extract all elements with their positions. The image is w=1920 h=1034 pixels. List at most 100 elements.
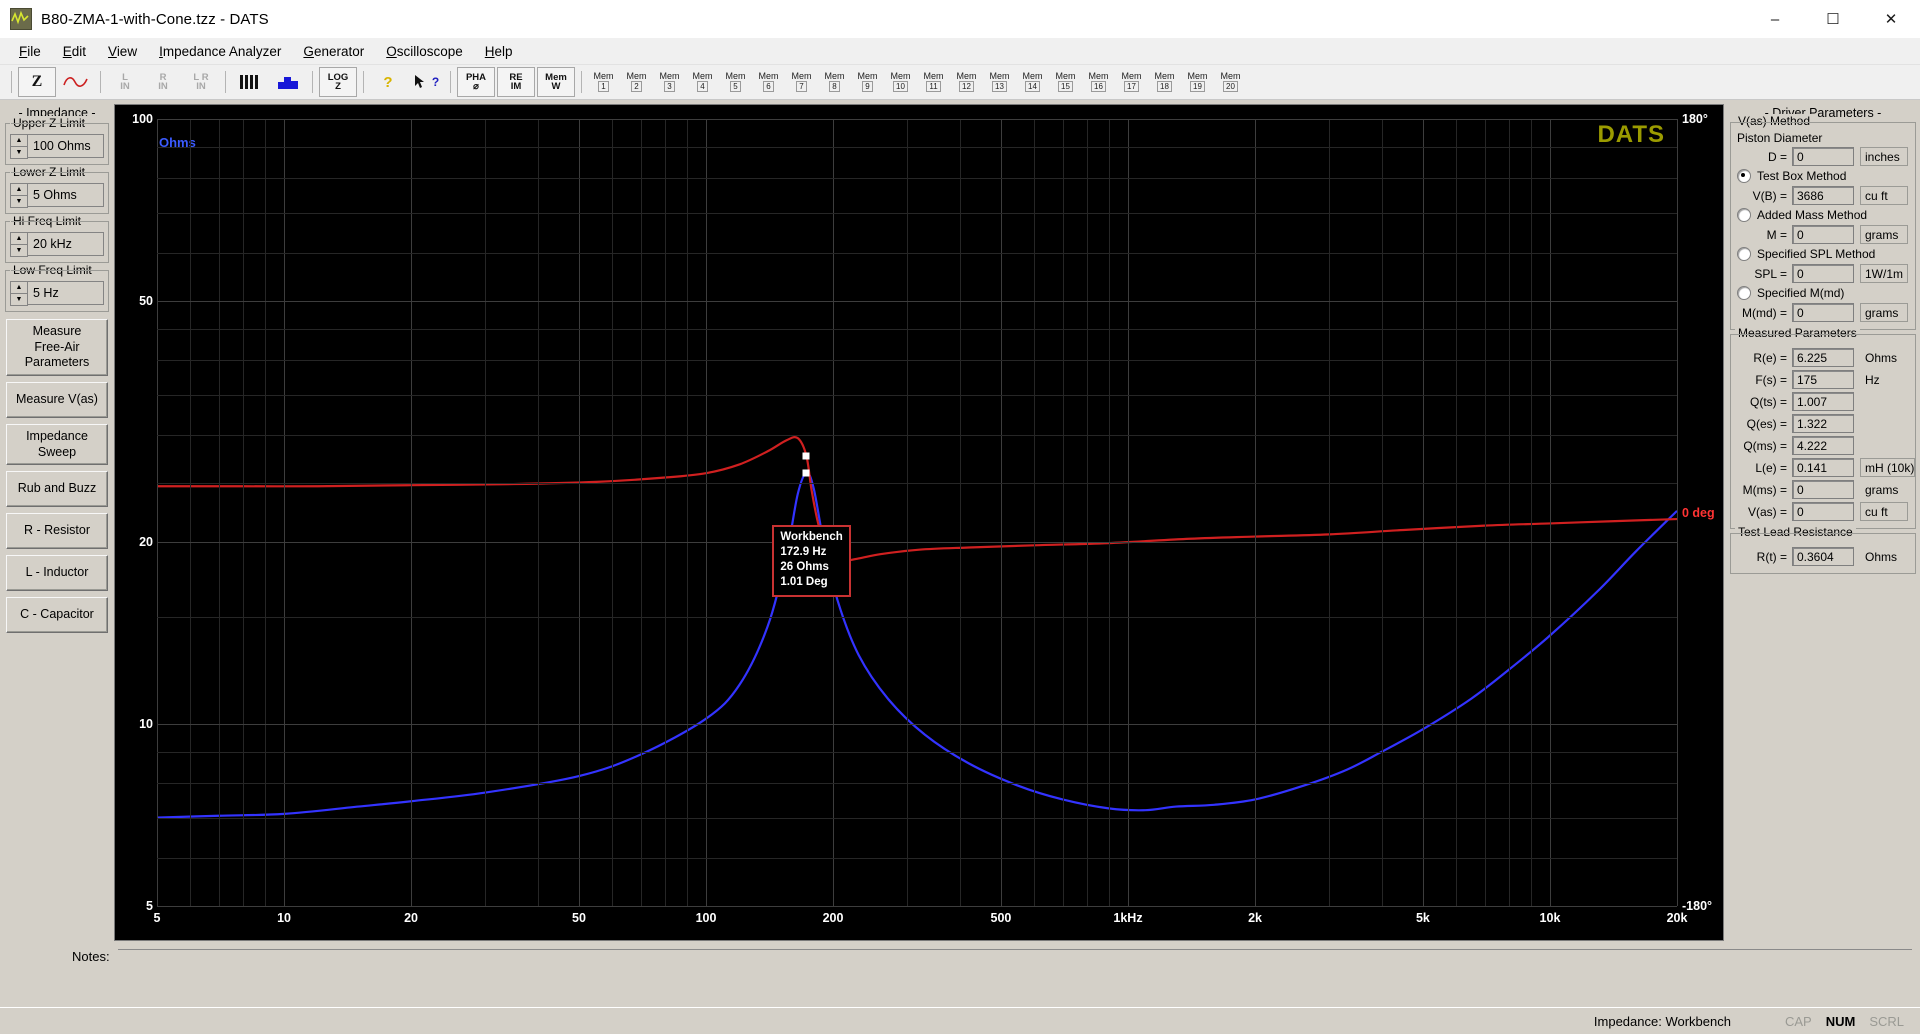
memory-slot-8-button[interactable]: Mem 8	[819, 68, 850, 96]
hi-freq-limit-value[interactable]: 20 kHz	[28, 232, 104, 256]
menu-file[interactable]: File	[8, 40, 52, 63]
upper-z-limit-spinner[interactable]: ▲ ▼	[10, 134, 28, 159]
radio-specified-spl-method[interactable]: Specified SPL Method	[1737, 247, 1911, 261]
gridline-minor-h	[157, 359, 1677, 361]
memory-slot-17-button[interactable]: Mem 17	[1116, 68, 1147, 96]
memory-w-button[interactable]: Mem W	[537, 67, 575, 97]
memory-slot-15-button[interactable]: Mem 15	[1050, 68, 1081, 96]
help-question-button[interactable]: ?	[370, 68, 406, 96]
low-freq-limit-down-arrow[interactable]: ▼	[10, 293, 28, 306]
upper-z-limit-up-arrow[interactable]: ▲	[10, 134, 28, 146]
low-freq-limit-group: Low Freq Limit ▲ ▼ 5 Hz	[5, 263, 109, 312]
memory-slot-14-button[interactable]: Mem 14	[1017, 68, 1048, 96]
menu-generator[interactable]: Generator	[292, 40, 375, 63]
menu-impedance-analyzer[interactable]: Impedance Analyzer	[148, 40, 292, 63]
memory-slot-9-button[interactable]: Mem 9	[852, 68, 883, 96]
memory-slot-18-button[interactable]: Mem 18	[1149, 68, 1180, 96]
plot-area[interactable]: 5 10 20 50 100 200 500 1kHz 2k 5k 10k 20k 100 50 20 10 5…	[132, 112, 1715, 925]
l-inductor-button[interactable]: L - Inductor	[6, 555, 108, 592]
fs-input[interactable]: 175	[1792, 370, 1854, 389]
rt-input[interactable]: 0.3604	[1792, 547, 1854, 566]
menu-view[interactable]: View	[97, 40, 148, 63]
rub-and-buzz-button[interactable]: Rub and Buzz	[6, 471, 108, 508]
qts-input[interactable]: 1.007	[1792, 392, 1854, 411]
maximize-button[interactable]: ☐	[1804, 0, 1862, 38]
c-capacitor-button[interactable]: C - Capacitor	[6, 597, 108, 634]
context-help-button[interactable]: ?	[408, 68, 444, 96]
re-im-button[interactable]: RE IM	[497, 67, 535, 97]
radio-specified-spl-method-indicator[interactable]	[1737, 247, 1751, 261]
memory-slot-19-button[interactable]: Mem 19	[1182, 68, 1213, 96]
impedance-sweep-button[interactable]: Impedance Sweep	[6, 423, 108, 466]
mms-input[interactable]: 0	[1792, 480, 1854, 499]
bars-button[interactable]	[232, 68, 268, 96]
hi-freq-limit-spinner[interactable]: ▲ ▼	[10, 232, 28, 257]
impedance-z-button[interactable]: Z	[18, 67, 56, 97]
lower-z-limit-value[interactable]: 5 Ohms	[28, 183, 104, 207]
test-box-method-field-row: V(B) = 3686 cu ft	[1735, 186, 1911, 205]
memory-slot-10-button[interactable]: Mem 10	[885, 68, 916, 96]
memory-slot-5-button[interactable]: Mem 5	[720, 68, 751, 96]
upper-z-limit-down-arrow[interactable]: ▼	[10, 146, 28, 159]
menu-edit[interactable]: Edit	[52, 40, 97, 63]
phase-button[interactable]: PHA ⌀	[457, 67, 495, 97]
sine-wave-button[interactable]	[58, 68, 94, 96]
r-resistor-button[interactable]: R - Resistor	[6, 513, 108, 550]
phase-axis-tick: 180°	[1682, 112, 1708, 126]
lower-z-limit-down-arrow[interactable]: ▼	[10, 195, 28, 208]
y-axis-tick: 50	[139, 294, 153, 309]
hi-freq-limit-up-arrow[interactable]: ▲	[10, 232, 28, 244]
menu-oscilloscope[interactable]: Oscilloscope	[375, 40, 474, 63]
radio-added-mass-method[interactable]: Added Mass Method	[1737, 208, 1911, 222]
impedance-marker[interactable]	[802, 469, 810, 477]
memory-slot-13-button[interactable]: Mem 13	[984, 68, 1015, 96]
low-freq-limit-value[interactable]: 5 Hz	[28, 281, 104, 305]
phase-axis-tick: -180°	[1682, 899, 1713, 913]
radio-added-mass-method-indicator[interactable]	[1737, 208, 1751, 222]
phase-marker[interactable]	[802, 452, 810, 460]
vas-input[interactable]: 0	[1792, 502, 1854, 521]
memory-slot-4-button[interactable]: Mem 4	[687, 68, 718, 96]
close-button[interactable]: ✕	[1862, 0, 1920, 38]
memory-slot-1-button[interactable]: Mem 1	[588, 68, 619, 96]
memory-slot-16-button[interactable]: Mem 16	[1083, 68, 1114, 96]
radio-specified-m-md[interactable]: Specified M(md)	[1737, 286, 1911, 300]
measure-vas-button[interactable]: Measure V(as)	[6, 381, 108, 418]
memory-slot-7-button[interactable]: Mem 7	[786, 68, 817, 96]
menu-help[interactable]: Help	[474, 40, 524, 63]
qms-input[interactable]: 4.222	[1792, 436, 1854, 455]
low-freq-limit-up-arrow[interactable]: ▲	[10, 281, 28, 293]
radio-specified-m-md-indicator[interactable]	[1737, 286, 1751, 300]
measure-free-air-parameters-button[interactable]: Measure Free-Air Parameters	[6, 319, 108, 376]
notes-input[interactable]	[117, 949, 1912, 972]
hi-freq-limit-down-arrow[interactable]: ▼	[10, 244, 28, 257]
memory-slot-6-button[interactable]: Mem 6	[753, 68, 784, 96]
x-axis-tick: 5	[153, 911, 161, 925]
radio-test-box-method-indicator[interactable]	[1737, 169, 1751, 183]
upper-z-limit-value[interactable]: 100 Ohms	[28, 134, 104, 158]
memory-slot-11-button[interactable]: Mem 11	[918, 68, 949, 96]
memory-slot-20-button[interactable]: Mem 20	[1215, 68, 1246, 96]
added-mass-method-input[interactable]: 0	[1792, 225, 1854, 244]
test-box-method-input[interactable]: 3686	[1792, 186, 1854, 205]
memory-slot-12-button[interactable]: Mem 12	[951, 68, 982, 96]
mms-label: M(ms) =	[1742, 482, 1787, 497]
lower-z-limit-up-arrow[interactable]: ▲	[10, 183, 28, 195]
low-freq-limit-spinner[interactable]: ▲ ▼	[10, 281, 28, 306]
radio-test-box-method[interactable]: Test Box Method	[1737, 169, 1911, 183]
le-input[interactable]: 0.141	[1792, 458, 1854, 477]
impedance-graph[interactable]: Ohms DATS 5 10 20 50 100 200 500 1kHz 2k 5k 10k 20k…	[114, 104, 1724, 941]
gridline-minor-v	[264, 119, 266, 906]
blue-step-button[interactable]	[270, 68, 306, 96]
diameter-input[interactable]: 0	[1792, 147, 1854, 166]
specified-spl-method-input[interactable]: 0	[1792, 264, 1854, 283]
lower-z-limit-spinner[interactable]: ▲ ▼	[10, 183, 28, 208]
gridline-minor-v	[665, 119, 667, 906]
qes-input[interactable]: 1.322	[1792, 414, 1854, 433]
memory-slot-3-button[interactable]: Mem 3	[654, 68, 685, 96]
log-z-button[interactable]: LOG Z	[319, 67, 357, 97]
specified-m-md-input[interactable]: 0	[1792, 303, 1854, 322]
memory-slot-2-button[interactable]: Mem 2	[621, 68, 652, 96]
re-input[interactable]: 6.225	[1792, 348, 1854, 367]
minimize-button[interactable]: –	[1746, 0, 1804, 38]
